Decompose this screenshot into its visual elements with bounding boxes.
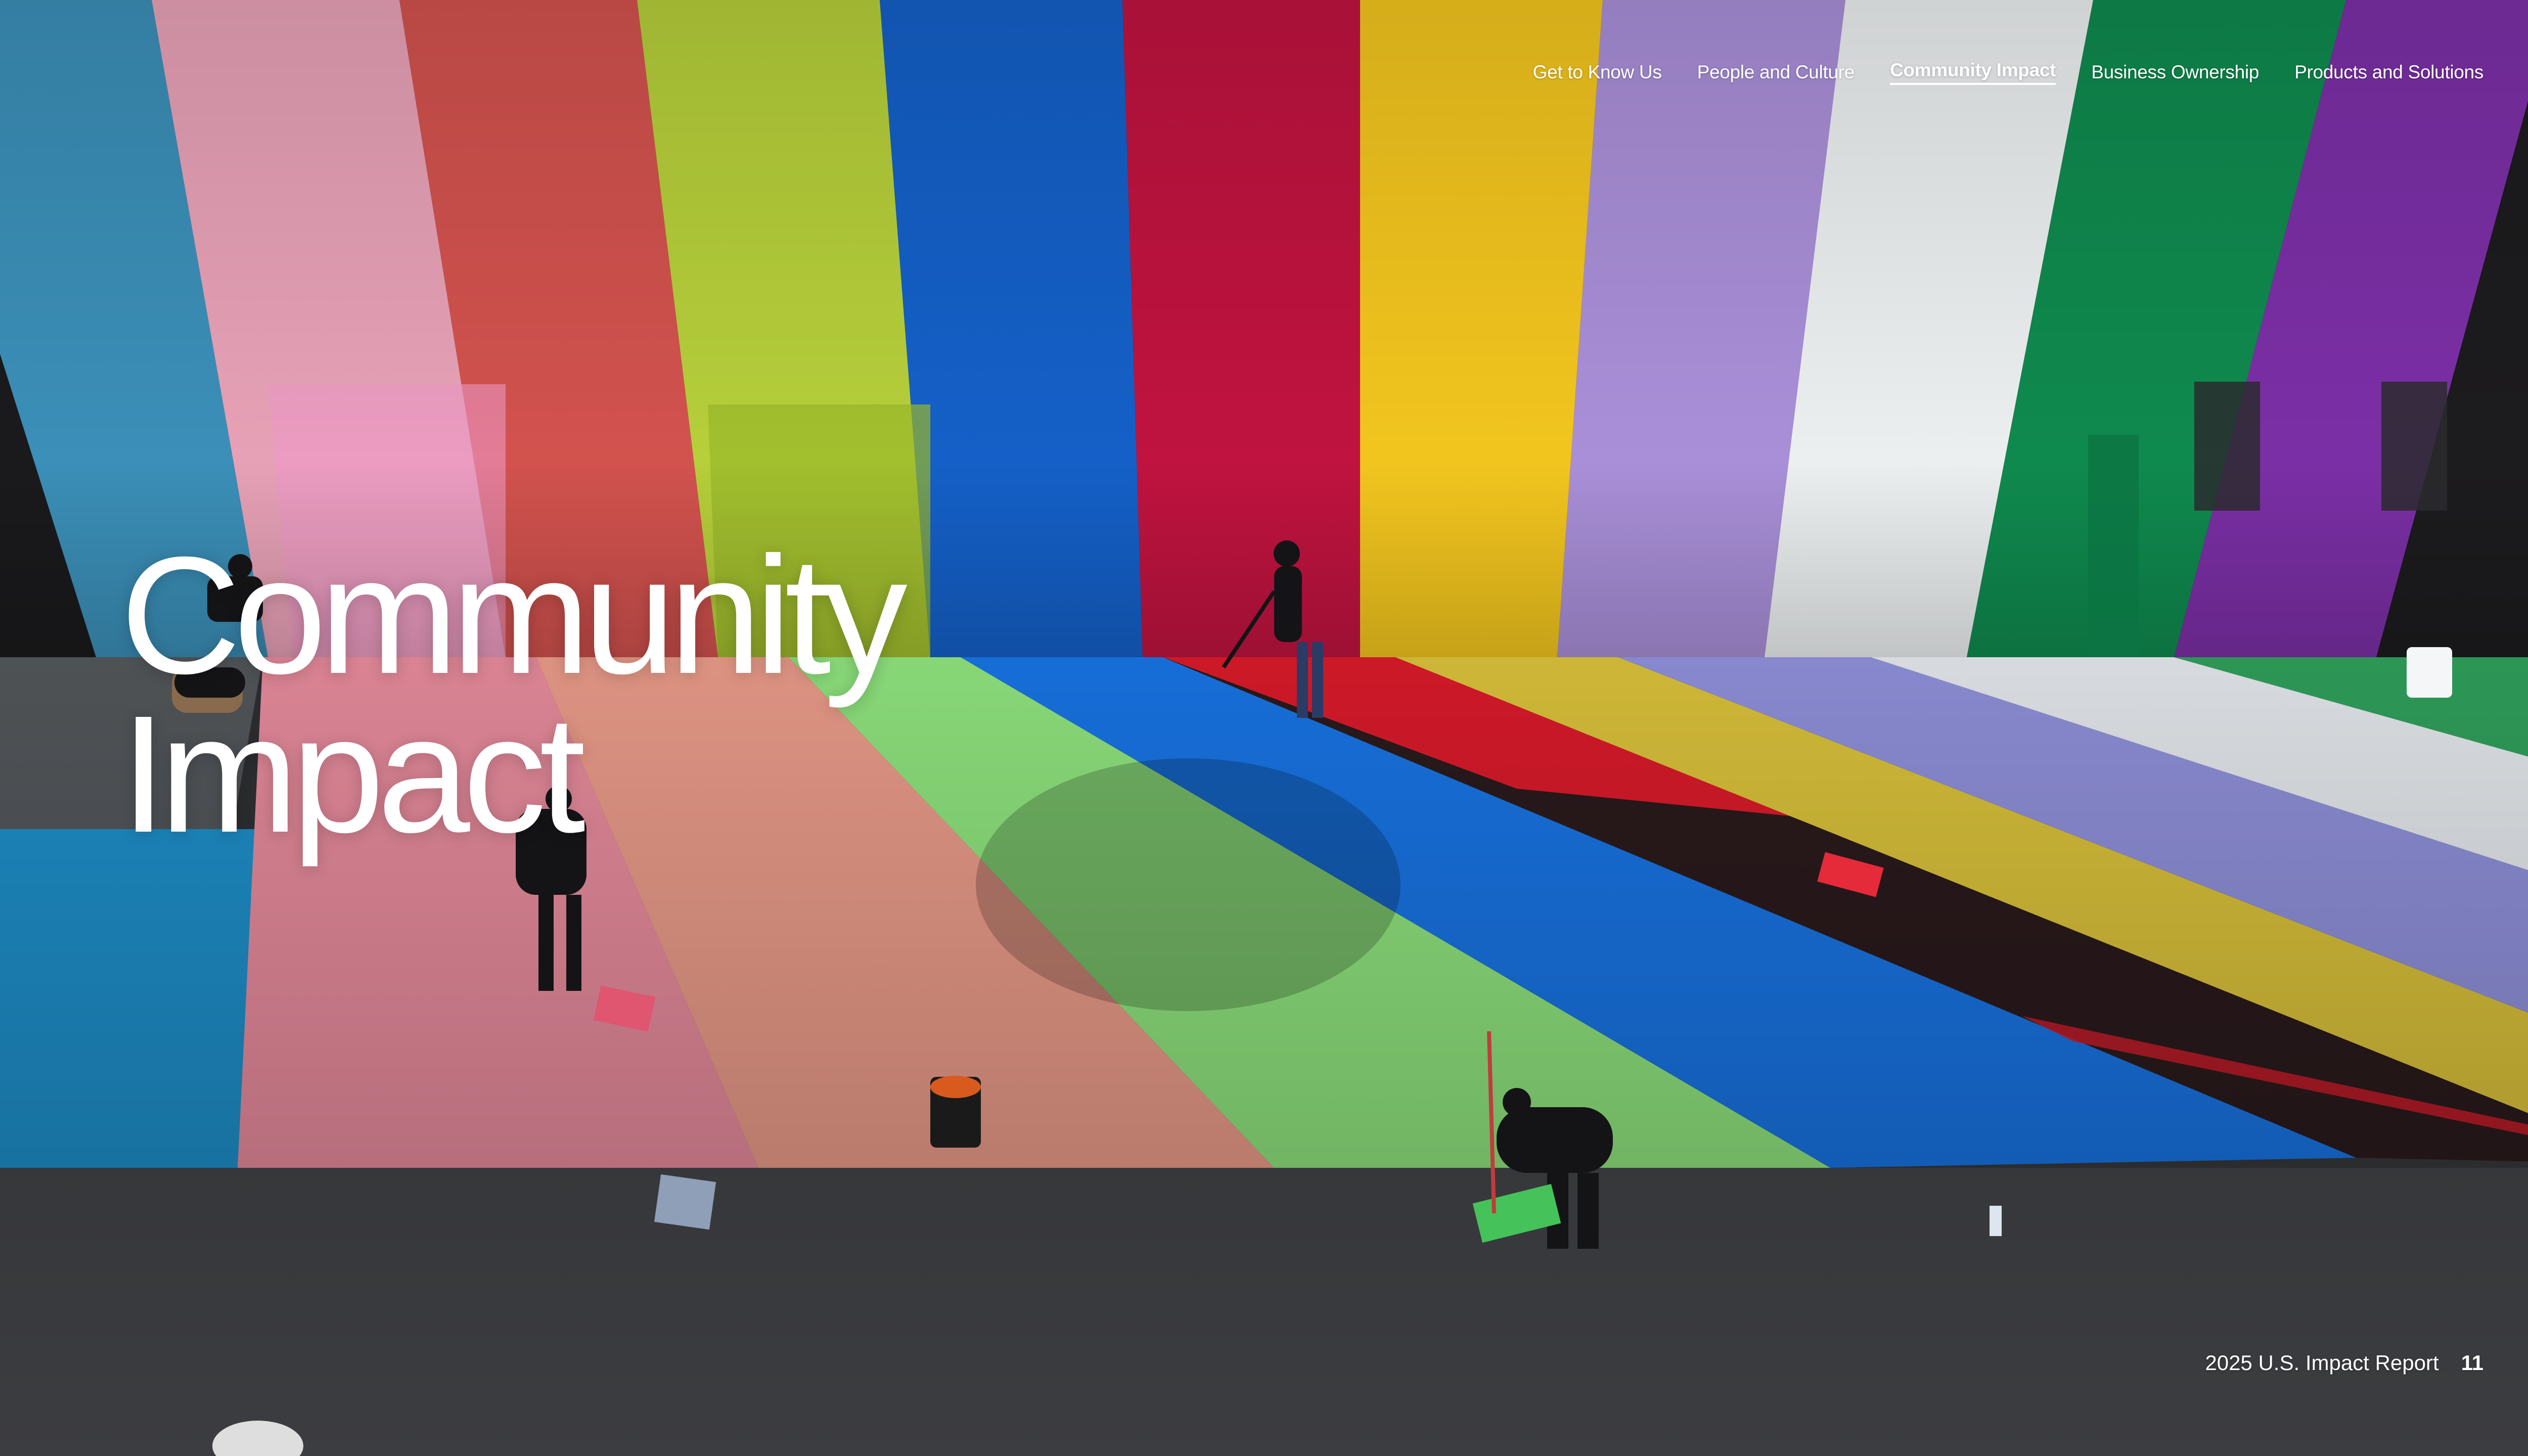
page-title-line-2: Impact	[120, 680, 585, 867]
nav-link-people-and-culture[interactable]: People and Culture	[1697, 62, 1855, 83]
top-navigation: Get to Know Us People and Culture Commun…	[1533, 60, 2484, 85]
nav-link-business-ownership[interactable]: Business Ownership	[2091, 62, 2259, 83]
report-page: Get to Know Us People and Culture Commun…	[0, 0, 2528, 1456]
nav-link-get-to-know-us[interactable]: Get to Know Us	[1533, 62, 1662, 83]
nav-link-products-and-solutions[interactable]: Products and Solutions	[2294, 62, 2484, 83]
page-title-line-1: Community	[120, 522, 908, 708]
page-footer: 2025 U.S. Impact Report 11	[2205, 1351, 2484, 1375]
nav-link-community-impact[interactable]: Community Impact	[1889, 60, 2056, 85]
report-name: 2025 U.S. Impact Report	[2205, 1351, 2439, 1375]
page-title: Community Impact	[120, 522, 908, 867]
page-number: 11	[2461, 1351, 2484, 1375]
